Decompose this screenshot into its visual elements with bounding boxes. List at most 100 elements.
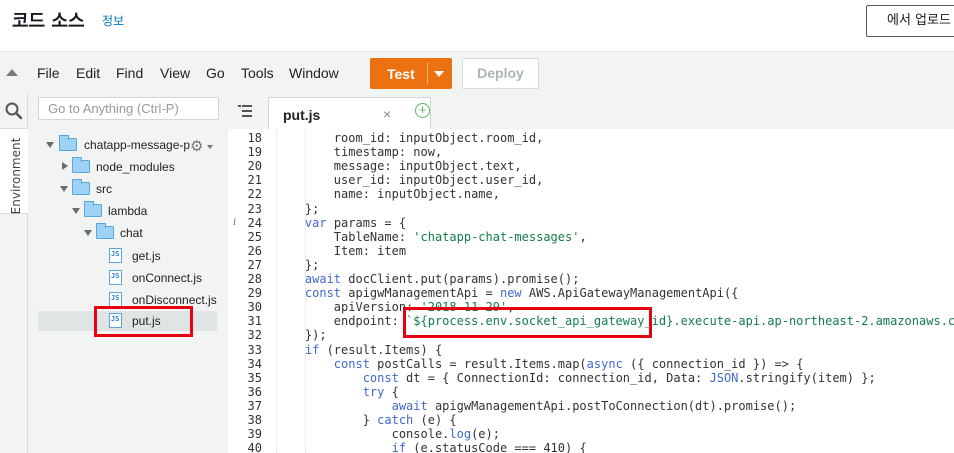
code-line[interactable]: 35 const dt = { ConnectionId: connection… <box>228 371 954 385</box>
line-number: 31 <box>247 314 262 329</box>
code-line[interactable]: 33 if (result.Items) { <box>228 343 954 357</box>
line-number: 19 <box>247 145 262 160</box>
info-link[interactable]: 정보 <box>102 12 124 29</box>
menu-edit[interactable]: Edit <box>76 65 100 81</box>
go-to-anything-input[interactable]: Go to Anything (Ctrl-P) <box>38 97 219 120</box>
code-text: message: inputObject.text, <box>276 159 522 174</box>
tree-item-label: onConnect.js <box>132 271 203 285</box>
file-tree-panel: Go to Anything (Ctrl-P) chatapp-message-… <box>28 94 228 453</box>
menu-window[interactable]: Window <box>289 65 339 81</box>
line-number: 29 <box>247 286 262 301</box>
code-line[interactable]: 40 if (e.statusCode === 410) { <box>228 441 954 453</box>
editor-tabbar: put.js × + <box>228 94 954 129</box>
code-text: try { <box>362 384 399 399</box>
menu-go[interactable]: Go <box>206 65 225 81</box>
folder-icon <box>72 157 90 173</box>
line-number: 27 <box>247 257 262 272</box>
code-text: if (e.statusCode === 410) { <box>391 441 587 453</box>
settings-caret-icon[interactable] <box>207 145 213 149</box>
tree-item-get-js[interactable]: JS get.js <box>28 246 228 266</box>
code-text: }); <box>276 328 327 343</box>
code-line[interactable]: 36 try { <box>228 385 954 399</box>
collapse-caret-icon[interactable] <box>6 69 18 76</box>
line-number: 34 <box>247 356 262 371</box>
menu-tools[interactable]: Tools <box>241 65 274 81</box>
code-text: name: inputObject.name, <box>276 187 500 202</box>
menu-view[interactable]: View <box>160 65 190 81</box>
code-line[interactable]: 24 i var params = { <box>228 216 954 230</box>
tab-list-icon[interactable] <box>238 105 252 117</box>
test-button[interactable]: Test <box>370 58 452 89</box>
tree-item-chat[interactable]: chat <box>28 223 228 243</box>
line-number: 25 <box>247 229 262 244</box>
upload-from-button[interactable]: 에서 업로드 <box>866 5 954 37</box>
tab-put-js[interactable]: put.js × <box>268 97 431 129</box>
menu-file[interactable]: File <box>37 65 60 81</box>
page-title: 코드 소스 <box>12 11 85 32</box>
code-text: }; <box>276 257 320 272</box>
code-text: TableName: 'chatapp-chat-messages', <box>276 229 587 244</box>
info-hint-icon[interactable]: i <box>233 216 236 230</box>
code-line[interactable]: 20 message: inputObject.text, <box>228 159 954 173</box>
tree-item-label: node_modules <box>96 160 175 174</box>
code-line[interactable]: 28 await docClient.put(params).promise()… <box>228 272 954 286</box>
tree-item-label: chat <box>120 226 143 240</box>
tree-item-label: lambda <box>108 204 148 218</box>
highlight-box-endpoint-env <box>403 307 652 338</box>
code-line[interactable]: 25 TableName: 'chatapp-chat-messages', <box>228 230 954 244</box>
code-line[interactable]: 38 } catch (e) { <box>228 413 954 427</box>
code-line[interactable]: 39 console.log(e); <box>228 427 954 441</box>
tree-item-src[interactable]: src <box>28 179 228 199</box>
tree-item-label: onDisconnect.js <box>132 293 217 307</box>
line-number: 36 <box>247 384 262 399</box>
expand-caret-icon[interactable] <box>46 142 54 148</box>
deploy-button[interactable]: Deploy <box>462 58 539 89</box>
tree-item-label: get.js <box>132 249 161 263</box>
collapse-caret-icon[interactable] <box>62 162 68 170</box>
line-number: 22 <box>247 187 262 202</box>
code-line[interactable]: 26 Item: item <box>228 244 954 258</box>
highlight-box-put-js <box>94 306 193 337</box>
expand-caret-icon[interactable] <box>72 208 80 214</box>
tree-item-label: chatapp-message-p <box>84 138 191 152</box>
folder-icon <box>59 135 77 151</box>
close-icon[interactable]: × <box>383 106 391 122</box>
folder-icon <box>72 179 90 195</box>
code-editor[interactable]: 18 room_id: inputObject.room_id, 19 times… <box>228 129 954 453</box>
line-number: 33 <box>247 342 262 357</box>
code-line[interactable]: 22 name: inputObject.name, <box>228 187 954 201</box>
code-line[interactable]: 37 await apigwManagementApi.postToConnec… <box>228 399 954 413</box>
line-number: 30 <box>247 300 262 315</box>
code-text: room_id: inputObject.room_id, <box>276 131 544 145</box>
folder-icon <box>96 223 114 239</box>
tree-item-node-modules[interactable]: node_modules <box>28 157 228 177</box>
code-line[interactable]: 18 room_id: inputObject.room_id, <box>228 131 954 145</box>
code-line[interactable]: 21 user_id: inputObject.user_id, <box>228 173 954 187</box>
code-text: user_id: inputObject.user_id, <box>276 173 544 188</box>
lambda-code-source-panel: 코드 소스 정보 에서 업로드 File Edit Find View Go T… <box>0 0 954 453</box>
code-line[interactable]: 27 }; <box>228 258 954 272</box>
environment-tab-label: Environment <box>9 137 23 215</box>
test-dropdown-caret-icon[interactable] <box>434 71 444 77</box>
expand-caret-icon[interactable] <box>60 186 68 192</box>
code-line[interactable]: 29 const apigwManagementApi = new AWS.Ap… <box>228 286 954 300</box>
line-number: 32 <box>247 328 262 343</box>
line-number: 40 <box>247 441 262 453</box>
js-file-icon: JS <box>109 292 122 307</box>
environment-tab[interactable]: Environment <box>0 128 28 214</box>
code-line[interactable]: 23 }; <box>228 202 954 216</box>
line-number: 18 <box>247 131 262 145</box>
menu-find[interactable]: Find <box>116 65 143 81</box>
line-number: 38 <box>247 413 262 427</box>
search-icon[interactable] <box>4 101 24 121</box>
tree-item-lambda[interactable]: lambda <box>28 201 228 221</box>
add-tab-icon[interactable]: + <box>415 103 430 118</box>
expand-caret-icon[interactable] <box>84 230 92 236</box>
ide-menubar: File Edit Find View Go Tools Window Test… <box>0 51 954 94</box>
line-number: 37 <box>247 398 262 413</box>
settings-gear-icon[interactable]: ⚙ <box>190 137 203 155</box>
code-line[interactable]: 34 const postCalls = result.Items.map(as… <box>228 357 954 371</box>
tree-item-label: src <box>96 182 112 196</box>
code-line[interactable]: 19 timestamp: now, <box>228 145 954 159</box>
tree-item-onconnect-js[interactable]: JS onConnect.js <box>28 268 228 288</box>
